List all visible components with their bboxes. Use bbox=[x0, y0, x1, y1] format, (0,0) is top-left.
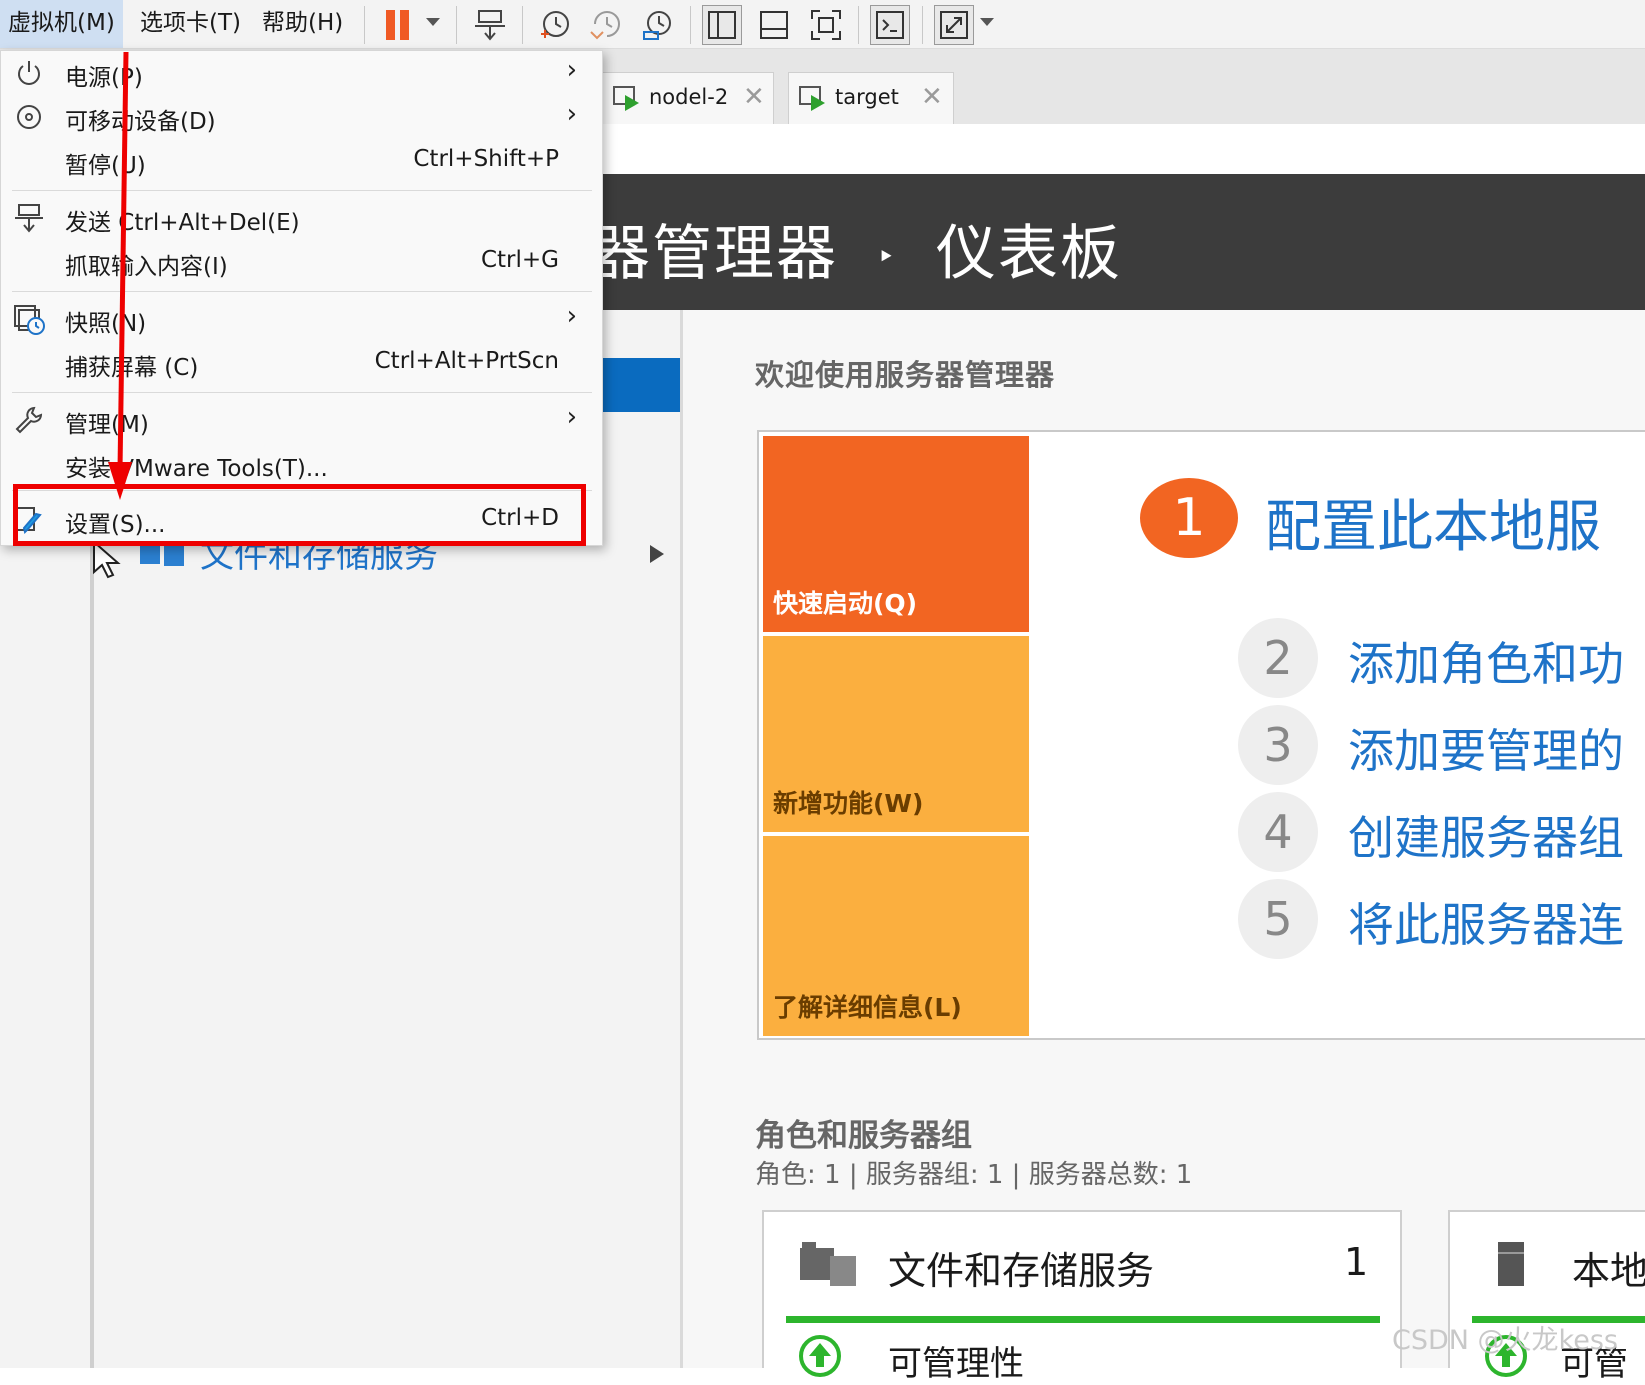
card-title: 本地 bbox=[1572, 1249, 1645, 1293]
close-icon[interactable]: ✕ bbox=[743, 82, 765, 112]
menu-help[interactable]: 帮助(H) bbox=[254, 0, 351, 48]
tile-quick-start[interactable]: 快速启动(Q) bbox=[763, 436, 1029, 632]
tile-learn-more[interactable]: 了解详细信息(L) bbox=[763, 836, 1029, 1036]
menu-item-shortcut: Ctrl+Alt+PrtScn bbox=[374, 348, 559, 374]
roles-stats: 角色: 1 | 服务器组: 1 | 服务器总数: 1 bbox=[755, 1160, 1193, 1190]
tab-target[interactable]: target ✕ bbox=[788, 72, 954, 124]
snapshot-manager-icon[interactable] bbox=[638, 5, 678, 45]
stretch-dropdown-caret-icon[interactable] bbox=[980, 18, 994, 26]
breadcrumb-separator: ‣ bbox=[877, 239, 897, 275]
stretch-guest-icon[interactable] bbox=[934, 5, 974, 45]
step-number-1: 1 bbox=[1140, 478, 1238, 558]
folder-icon bbox=[800, 1242, 858, 1290]
toolbar-separator bbox=[364, 6, 365, 44]
page-title: 器管理器 ‣ 仪表板 bbox=[590, 205, 1122, 292]
menu-item-shortcut: Ctrl+G bbox=[480, 247, 559, 273]
watermark: CSDN @火龙kess bbox=[1392, 1325, 1618, 1356]
submenu-arrow-icon: › bbox=[566, 55, 577, 85]
toolbar-separator bbox=[858, 6, 859, 44]
close-icon[interactable]: ✕ bbox=[921, 82, 943, 112]
show-library-icon[interactable] bbox=[702, 5, 742, 45]
menu-item-shortcut: Ctrl+Shift+P bbox=[413, 146, 559, 172]
step-number-5: 5 bbox=[1238, 879, 1318, 959]
tab-label: target bbox=[835, 85, 899, 109]
vm-running-icon bbox=[799, 86, 827, 117]
revert-snapshot-icon[interactable] bbox=[586, 5, 626, 45]
expand-arrow-icon[interactable] bbox=[650, 545, 664, 563]
step-number-3: 3 bbox=[1238, 705, 1318, 785]
toolbar-separator bbox=[522, 6, 523, 44]
welcome-heading: 欢迎使用服务器管理器 bbox=[755, 358, 1056, 392]
roles-heading: 角色和服务器组 bbox=[755, 1118, 972, 1154]
tile-label: 快速启动(Q) bbox=[773, 589, 918, 618]
card-title: 文件和存储服务 bbox=[888, 1249, 1155, 1293]
full-screen-icon[interactable] bbox=[806, 5, 846, 45]
submenu-arrow-icon: › bbox=[566, 99, 577, 129]
sidebar-divider bbox=[90, 540, 94, 1368]
mouse-cursor-icon bbox=[92, 539, 128, 584]
breadcrumb-app: 器管理器 bbox=[590, 219, 838, 289]
step-number-4: 4 bbox=[1238, 792, 1318, 872]
step-link-configure[interactable]: 配置此本地服 bbox=[1265, 482, 1601, 563]
step-link-create-group[interactable]: 创建服务器组 bbox=[1348, 802, 1624, 868]
step-link-connect-cloud[interactable]: 将此服务器连 bbox=[1348, 889, 1624, 955]
pause-icon[interactable] bbox=[378, 5, 418, 45]
submenu-arrow-icon: › bbox=[566, 301, 577, 331]
tile-label: 新增功能(W) bbox=[773, 789, 924, 818]
status-bar bbox=[786, 1316, 1380, 1323]
server-icon bbox=[1498, 1242, 1524, 1290]
console-view-icon[interactable] bbox=[870, 5, 910, 45]
step-link-add-servers[interactable]: 添加要管理的 bbox=[1348, 715, 1624, 781]
up-arrow-icon bbox=[798, 1334, 842, 1382]
power-dropdown-caret-icon[interactable] bbox=[426, 18, 440, 26]
tile-label: 了解详细信息(L) bbox=[773, 993, 962, 1022]
tab-label: nodel-2 bbox=[649, 85, 729, 109]
annotation-arrow bbox=[108, 51, 132, 500]
send-ctrl-alt-del-icon[interactable] bbox=[470, 5, 510, 45]
tab-nodel-2[interactable]: nodel-2 ✕ bbox=[602, 72, 774, 124]
step-number-2: 2 bbox=[1238, 618, 1318, 698]
show-thumbnail-icon[interactable] bbox=[754, 5, 794, 45]
role-card-file-storage[interactable]: 文件和存储服务 1 可管理性 bbox=[762, 1210, 1402, 1384]
take-snapshot-icon[interactable] bbox=[534, 5, 574, 45]
toolbar-separator bbox=[922, 6, 923, 44]
toolbar-separator bbox=[690, 6, 691, 44]
step-link-add-roles[interactable]: 添加角色和功 bbox=[1348, 628, 1624, 694]
vm-running-icon bbox=[613, 86, 641, 117]
card-count: 1 bbox=[1344, 1240, 1369, 1284]
toolbar-separator bbox=[456, 6, 457, 44]
menu-bar: 虚拟机(M) 选项卡(T) 帮助(H) bbox=[0, 0, 1645, 49]
tile-whats-new[interactable]: 新增功能(W) bbox=[763, 636, 1029, 832]
breadcrumb-page: 仪表板 bbox=[935, 219, 1122, 289]
sidebar-item-selected[interactable] bbox=[600, 358, 680, 412]
card-status: 可管理性 bbox=[888, 1344, 1024, 1384]
submenu-arrow-icon: › bbox=[566, 402, 577, 432]
